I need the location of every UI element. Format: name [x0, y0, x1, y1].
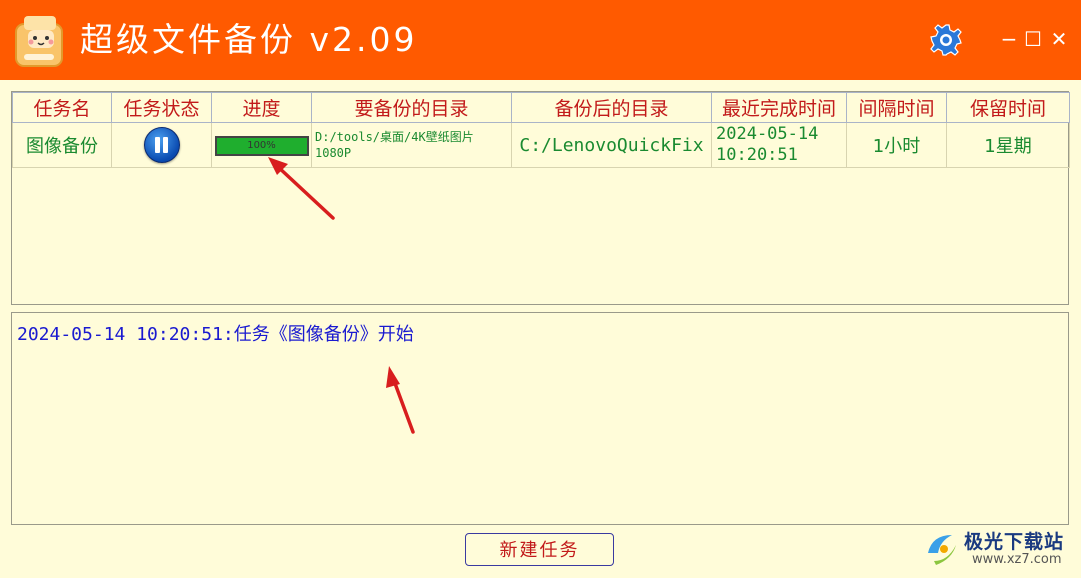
- progress-cell: 100%: [211, 122, 312, 168]
- task-table-panel: 任务名 任务状态 进度 要备份的目录 备份后的目录 最近完成时间 间隔时间 保留…: [11, 91, 1070, 305]
- dest-dir-cell[interactable]: C:/LenovoQuickFix: [511, 122, 712, 168]
- retention-cell[interactable]: 1星期: [946, 122, 1070, 168]
- column-header-status[interactable]: 任务状态: [111, 92, 212, 123]
- maximize-button[interactable]: ☐: [1022, 26, 1044, 52]
- column-header-progress[interactable]: 进度: [211, 92, 312, 123]
- interval-cell[interactable]: 1小时: [846, 122, 947, 168]
- table-header-row: 任务名 任务状态 进度 要备份的目录 备份后的目录 最近完成时间 间隔时间 保留…: [12, 92, 1070, 123]
- column-header-interval[interactable]: 间隔时间: [846, 92, 947, 123]
- pause-icon[interactable]: [143, 127, 180, 163]
- column-header-task-name[interactable]: 任务名: [12, 92, 112, 123]
- app-title: 超级文件备份 v2.09: [80, 20, 418, 59]
- column-header-dest-dir[interactable]: 备份后的目录: [511, 92, 712, 123]
- title-bar: 超级文件备份 v2.09 − ☐ ✕: [0, 0, 1081, 80]
- last-completed-date: 2024-05-14: [716, 124, 819, 144]
- task-name-cell[interactable]: 图像备份: [12, 122, 112, 168]
- app-logo-icon: [15, 16, 63, 67]
- source-dir-line-2: 1080P: [315, 146, 352, 160]
- last-completed-cell[interactable]: 2024-05-14 10:20:51: [711, 122, 847, 168]
- gear-icon[interactable]: [928, 22, 964, 58]
- watermark-logo-icon: [928, 535, 956, 565]
- task-status-cell: [111, 122, 212, 168]
- log-line: 2024-05-14 10:20:51:任务《图像备份》开始: [17, 324, 414, 345]
- watermark-url: www.xz7.com: [972, 552, 1062, 567]
- progress-label: 100%: [247, 139, 276, 151]
- watermark: 极光下载站 www.xz7.com: [922, 525, 1077, 575]
- task-table: 任务名 任务状态 进度 要备份的目录 备份后的目录 最近完成时间 间隔时间 保留…: [12, 92, 1070, 168]
- minimize-button[interactable]: −: [998, 26, 1020, 52]
- source-dir-line-1: D:/tools/桌面/4K壁纸图片: [315, 130, 474, 144]
- column-header-retention[interactable]: 保留时间: [946, 92, 1070, 123]
- column-header-last-completed[interactable]: 最近完成时间: [711, 92, 847, 123]
- last-completed-time: 10:20:51: [716, 145, 798, 165]
- table-row[interactable]: 图像备份 100% D:/tools/桌面/4K壁纸图片 1080P C:/Le…: [12, 122, 1070, 168]
- progress-bar: 100%: [214, 135, 309, 156]
- close-button[interactable]: ✕: [1048, 26, 1070, 52]
- log-panel[interactable]: 2024-05-14 10:20:51:任务《图像备份》开始: [11, 312, 1069, 525]
- new-task-button[interactable]: 新建任务: [465, 533, 614, 566]
- source-dir-cell[interactable]: D:/tools/桌面/4K壁纸图片 1080P: [311, 122, 512, 168]
- watermark-name: 极光下载站: [964, 531, 1065, 553]
- column-header-source-dir[interactable]: 要备份的目录: [311, 92, 512, 123]
